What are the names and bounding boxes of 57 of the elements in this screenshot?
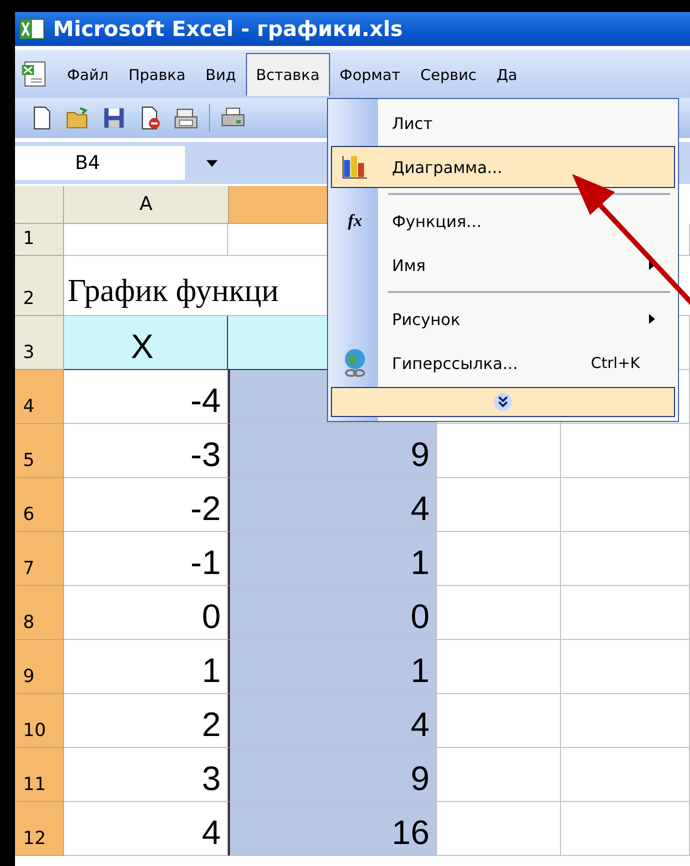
cell-value: 2	[202, 705, 221, 745]
cell-value: 3	[202, 759, 221, 799]
shortcut-text: Ctrl+K	[590, 354, 640, 372]
window-title: Microsoft Excel - графики.xls	[53, 17, 403, 41]
spreadsheet-icon	[19, 18, 45, 40]
cell-value: 1	[410, 651, 430, 691]
menu-item[interactable]: Вставка	[246, 52, 330, 96]
globe-link-icon	[342, 348, 368, 378]
menu-item[interactable]: Диаграмма...	[331, 146, 675, 188]
cell-value: 9	[410, 435, 430, 475]
menu-item[interactable]: Рисунок	[331, 298, 675, 340]
row-header[interactable]: 6	[15, 478, 64, 532]
row-header[interactable]: 3	[15, 316, 64, 370]
expand-menu-button[interactable]	[331, 387, 675, 417]
function-icon: fx	[348, 211, 362, 231]
menu-item[interactable]: Имя	[331, 244, 675, 286]
cell-value: -1	[190, 543, 221, 583]
double-chevron-icon	[493, 392, 513, 412]
menu-item[interactable]: Сервис	[410, 52, 486, 96]
row-header[interactable]: 7	[15, 532, 64, 586]
menu-item[interactable]: Лист	[331, 102, 675, 144]
cell-value: 0	[410, 597, 430, 637]
cell-value: 16	[392, 813, 430, 853]
menu-item[interactable]: Гиперссылка... Ctrl+K	[331, 342, 675, 384]
bar-chart-icon	[341, 154, 369, 180]
cell-value: 0	[202, 597, 221, 637]
sheet-title: График функци	[68, 272, 279, 310]
row-header[interactable]: 1	[15, 224, 64, 256]
cell-value: 1	[202, 651, 221, 691]
cell-value: -3	[190, 435, 221, 475]
cell-value: 4	[410, 705, 430, 745]
menu-item[interactable]: Вид	[196, 52, 246, 96]
row-header[interactable]: 12	[15, 802, 64, 856]
cell-value: 9	[410, 759, 430, 799]
cell-value: X	[130, 328, 154, 367]
row-header[interactable]: 5	[15, 424, 64, 478]
submenu-arrow-icon	[648, 313, 656, 325]
cell-value: 1	[410, 543, 430, 583]
row-header[interactable]: 11	[15, 748, 64, 802]
menu-item[interactable]: Да	[486, 52, 528, 96]
cell-value: -2	[190, 489, 221, 529]
column-header[interactable]: A	[64, 186, 229, 224]
menu-item[interactable]: fx Функция...	[331, 200, 675, 242]
cell-value: 4	[410, 489, 430, 529]
row-header[interactable]: 9	[15, 640, 64, 694]
dropdown-arrow-icon[interactable]	[205, 158, 219, 168]
row-header[interactable]: 4	[15, 370, 64, 424]
menu-item[interactable]: Правка	[118, 52, 196, 96]
cell-value: -4	[190, 381, 221, 421]
row-header[interactable]: 8	[15, 586, 64, 640]
name-box[interactable]: B4	[15, 146, 185, 180]
row-header[interactable]: 2	[15, 256, 64, 316]
menu-item[interactable]: Формат	[330, 52, 410, 96]
row-header[interactable]: 10	[15, 694, 64, 748]
submenu-arrow-icon	[648, 259, 656, 271]
menu-item[interactable]: Файл	[57, 52, 118, 96]
cell-value: 4	[202, 813, 221, 853]
